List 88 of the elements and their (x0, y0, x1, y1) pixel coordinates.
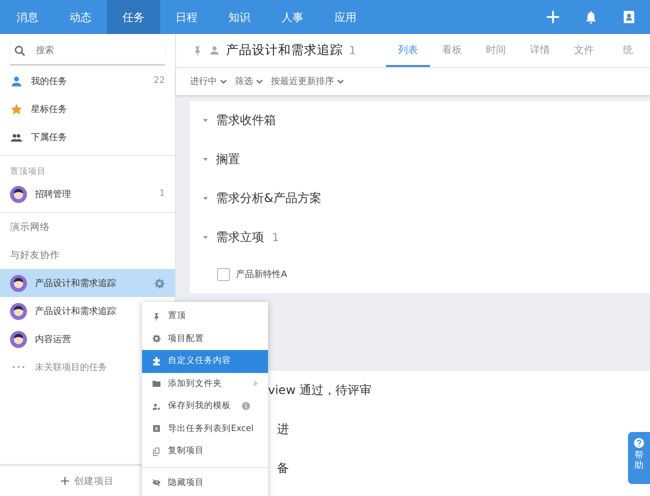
project-name: 内容运营 (35, 334, 71, 346)
search-icon (14, 45, 26, 57)
nav-tab[interactable]: 动态 (54, 0, 107, 34)
plus-icon (61, 477, 69, 485)
menu-item[interactable]: 自定义任务内容 (142, 350, 268, 372)
menu-item[interactable]: 项目配置 (142, 328, 268, 350)
sidebar-item[interactable]: 我的任务 22 (0, 67, 175, 95)
menu-item[interactable]: 导出任务列表到Excel (142, 418, 268, 440)
help-button[interactable]: 帮助 (628, 432, 650, 484)
contact-card-icon[interactable] (622, 10, 636, 24)
project-item[interactable]: 产品设计和需求追踪 (0, 269, 175, 297)
plus-icon[interactable] (546, 10, 560, 24)
nav-tab[interactable]: 知识 (213, 0, 266, 34)
nav-tab[interactable]: 任务 (107, 0, 160, 34)
more-icon (12, 365, 25, 369)
view-tab[interactable]: 详情 (518, 34, 562, 67)
bell-icon[interactable] (584, 10, 598, 24)
view-tab[interactable]: 文件 (562, 34, 606, 67)
caret-icon (256, 79, 263, 84)
project-name: 产品设计和需求追踪 (35, 278, 116, 290)
menu-item[interactable]: 复制项目 (142, 440, 268, 462)
task-count: 1 (272, 231, 279, 244)
group-heading[interactable]: 与好友协作 (0, 241, 175, 269)
nav-tab[interactable]: 日程 (160, 0, 213, 34)
folder-icon (152, 379, 161, 388)
task-count: 1 (349, 44, 356, 57)
create-project-button[interactable]: 创建项目 (57, 472, 118, 490)
filter-dropdown[interactable]: 进行中 (188, 73, 229, 90)
section-title: 备 (277, 460, 289, 477)
avatar-icon (10, 302, 27, 320)
section-title: view 通过，待评审 (268, 382, 372, 399)
section-title: 需求分析&产品方案 (216, 190, 322, 207)
filter-dropdown[interactable]: 筛选 (233, 73, 265, 90)
group-heading[interactable]: 演示网络 (0, 213, 175, 241)
copy-icon (152, 446, 161, 456)
filter-dropdown[interactable]: 按最近更新排序 (269, 73, 346, 90)
avatar-icon (10, 330, 27, 348)
sidebar-item[interactable]: 星标任务 (0, 95, 175, 123)
project-name: 产品设计和需求追踪 (35, 306, 116, 318)
puzzle-icon (152, 356, 161, 366)
sidebar-item[interactable]: 下属任务 (0, 123, 175, 151)
help-icon (634, 438, 644, 448)
section-title: 进 (277, 421, 289, 438)
caret-icon (220, 79, 227, 84)
caret-icon[interactable] (203, 197, 208, 200)
pin-icon[interactable] (192, 45, 203, 56)
pin-icon (152, 312, 161, 321)
sidebar-label: 下属任务 (31, 132, 67, 144)
person-icon (10, 74, 23, 88)
person-icon (209, 45, 220, 56)
caret-icon[interactable] (203, 158, 208, 161)
gear-icon (152, 334, 161, 344)
item-count: 22 (154, 76, 165, 86)
caret-icon[interactable] (203, 119, 208, 122)
project-title: 产品设计和需求追踪 (226, 42, 343, 59)
nav-tab[interactable]: 消息 (1, 0, 54, 34)
eye-icon (152, 478, 161, 488)
project-item[interactable]: 招聘管理 1 (0, 180, 175, 208)
section-heading: 置顶项目 (9, 166, 47, 179)
search-field[interactable]: 搜索 (34, 40, 165, 62)
menu-item[interactable]: 添加到文件夹 (142, 372, 268, 395)
menu-item[interactable]: 隐藏项目 (142, 472, 268, 494)
sidebar-label[interactable]: 未关联项目的任务 (35, 360, 107, 374)
view-tab[interactable]: 时间 (474, 34, 518, 67)
person-icon (152, 402, 161, 411)
nav-tab[interactable]: 人事 (266, 0, 319, 34)
gear-icon[interactable] (154, 278, 165, 288)
item-count: 1 (159, 189, 165, 199)
menu-item[interactable]: 置顶 (142, 305, 268, 328)
star-icon (10, 102, 23, 116)
menu-item[interactable]: 保存到我的模板 (142, 395, 268, 418)
sidebar-label: 星标任务 (31, 104, 67, 116)
avatar-icon (10, 186, 27, 202)
project-name: 招聘管理 (35, 188, 71, 200)
view-tab[interactable]: 统 (606, 34, 650, 67)
section-title: 搁置 (216, 151, 240, 168)
view-tab[interactable]: 看板 (430, 34, 474, 67)
info-icon[interactable] (242, 402, 250, 410)
section-title: 需求收件箱 (216, 112, 276, 129)
checkbox[interactable] (217, 268, 230, 280)
sidebar-label: 我的任务 (31, 76, 67, 88)
section-title: 需求立项 (216, 229, 264, 246)
caret-icon (337, 79, 344, 84)
avatar-icon (10, 274, 27, 292)
spreadsheet-icon (152, 424, 161, 434)
task-title: 产品新特性A (236, 268, 288, 280)
caret-icon[interactable] (203, 236, 208, 239)
nav-tab[interactable]: 应用 (319, 0, 372, 34)
